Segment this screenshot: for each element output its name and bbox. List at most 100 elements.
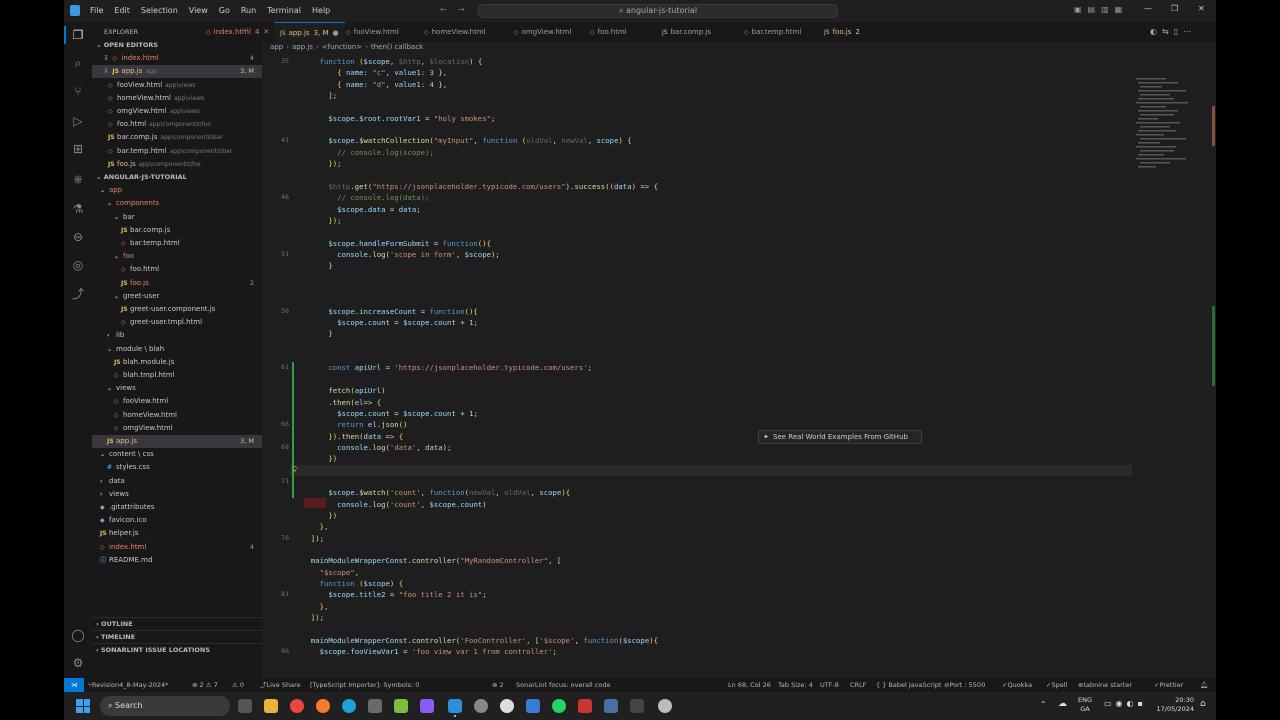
encoding-status[interactable]: UTF-8 <box>820 678 839 692</box>
tree-item[interactable]: ◇ greet-user.tmpl.html <box>92 316 262 329</box>
cursor-position-status[interactable]: Ln 68, Col 26 <box>728 678 771 692</box>
minimize-button[interactable]: — <box>1144 4 1152 13</box>
problems-status[interactable]: ⚠ 0 <box>232 678 244 692</box>
app-icon-light[interactable] <box>658 699 672 713</box>
section-header[interactable]: › TIMELINE <box>92 630 262 643</box>
breadcrumb-item[interactable]: app.js <box>292 43 313 51</box>
git-graph-icon[interactable]: ⎈ <box>71 172 85 186</box>
edge-icon[interactable] <box>342 699 356 713</box>
tree-item[interactable]: ◇ blah.tmpl.html <box>92 369 262 382</box>
editor-actions-icons[interactable]: ◐⇆▯⋯ <box>1150 27 1196 36</box>
whatsapp-icon[interactable] <box>552 699 566 713</box>
tree-item[interactable]: ⌄ bar <box>92 211 262 224</box>
branch-status[interactable]: ⑂ Revision4_8-May-2024* <box>88 678 168 692</box>
nav-back-icon[interactable]: ← <box>440 5 447 14</box>
app-icon-purple[interactable] <box>420 699 434 713</box>
clock[interactable]: 20:30 17/05/2024 <box>1154 696 1194 714</box>
tree-item[interactable]: JS helper.js <box>92 527 262 540</box>
vscode-taskbar-icon[interactable] <box>448 699 462 713</box>
code-editor[interactable]: 35 function ($scope, $http, $location) {… <box>262 56 1132 678</box>
breadcrumb-item[interactable]: then() callback <box>371 43 423 51</box>
tree-item[interactable]: ⌄ module \ blah <box>92 343 262 356</box>
tab-foo-js[interactable]: JS foo.js 2 <box>818 22 866 42</box>
search-icon[interactable]: ⌕ <box>71 56 85 70</box>
windows-start-icon[interactable] <box>76 699 90 713</box>
prettier-status[interactable]: ✓ Prettier <box>1154 678 1183 692</box>
chrome-icon[interactable] <box>290 699 304 713</box>
breadcrumb-item[interactable]: <function> <box>322 43 362 51</box>
close-icon[interactable]: ⊼ <box>104 55 108 62</box>
app-icon-white[interactable] <box>500 699 514 713</box>
lightbulb-icon[interactable]: 💡︎ <box>292 465 298 475</box>
project-header[interactable]: ⌄ ANGULAR-JS-TUTORIAL <box>92 171 262 184</box>
port-status[interactable]: ⊘ Port : 5500 <box>944 678 985 692</box>
sonarlint-icon[interactable]: ◎ <box>71 258 85 272</box>
tree-item[interactable]: ◇ fooView.html <box>92 395 262 408</box>
tree-item[interactable]: › views <box>92 488 262 501</box>
live-share-icon[interactable]: ⤴ <box>71 286 85 301</box>
open-editor-item[interactable]: ◇ bar.temp.html app\components\bar <box>92 145 262 158</box>
onedrive-icon[interactable]: ☁ <box>1058 699 1067 709</box>
eol-status[interactable]: CRLF <box>850 678 866 692</box>
notification-center-icon[interactable]: ⌂ <box>1200 699 1206 709</box>
menu-item-view[interactable]: View <box>189 6 208 15</box>
live-share-status[interactable]: ⤴ Live Share <box>260 678 301 692</box>
sonarlint-status[interactable]: SonarLint focus: overall code <box>516 678 610 692</box>
menu-item-edit[interactable]: Edit <box>114 6 130 15</box>
nav-forward-icon[interactable]: → <box>458 5 465 14</box>
remote-icon[interactable]: ⊖ <box>71 230 85 244</box>
taskbar-search-box[interactable]: ⌕ Search <box>100 696 230 716</box>
tree-item[interactable]: › lib <box>92 329 262 342</box>
minimap[interactable] <box>1132 56 1216 678</box>
explorer-icon[interactable]: ❐ <box>71 28 85 42</box>
menu-item-go[interactable]: Go <box>219 6 230 15</box>
tree-item[interactable]: ◇ foo.html <box>92 263 262 276</box>
app-icon-dark[interactable] <box>630 699 644 713</box>
tab-bar-comp-js[interactable]: JS bar.comp.js <box>656 22 721 42</box>
tree-item[interactable]: JS greet-user.component.js <box>92 303 262 316</box>
sonar-count-status[interactable]: ⊗ 2 <box>492 678 504 692</box>
quokka-status[interactable]: ✓ Quokka <box>1002 678 1032 692</box>
open-editor-item[interactable]: ◇ foo.html app\components\foo <box>92 118 262 131</box>
app-icon-slate[interactable] <box>604 699 618 713</box>
tree-item[interactable]: ◇ index.html 4 <box>92 541 262 554</box>
remote-indicator[interactable]: ⋊ <box>64 678 84 692</box>
tab-omgView-html[interactable]: ◇ omgView.html <box>508 22 581 42</box>
tray-chevron-icon[interactable]: ⌃ <box>1040 700 1047 709</box>
open-editor-item[interactable]: ⊼ ◇ index.html 4 <box>92 52 262 65</box>
tab-index-html[interactable]: ◇ index.html 4 ✕ <box>200 22 275 42</box>
tree-item[interactable]: JS blah.module.js <box>92 356 262 369</box>
app-icon-green[interactable] <box>394 699 408 713</box>
tree-item[interactable]: JS app.js 3, M <box>92 435 262 448</box>
file-explorer-icon[interactable] <box>264 699 278 713</box>
firefox-icon[interactable] <box>316 699 330 713</box>
tab-foo-html[interactable]: ◇ foo.html <box>584 22 637 42</box>
codelens-hint[interactable]: ✦ See Real World Examples From GitHub <box>758 430 922 444</box>
tabnine-status[interactable]: ⊛ tabnine starter <box>1078 678 1132 692</box>
open-editor-item[interactable]: JS foo.js app\components\foo <box>92 158 262 171</box>
manage-gear-icon[interactable]: ⚙ <box>71 656 85 670</box>
tree-item[interactable]: # styles.css <box>92 461 262 474</box>
layout-icons[interactable]: ▣▤▥▦ <box>1074 5 1128 14</box>
tree-item[interactable]: ⌄ components <box>92 197 262 210</box>
app-icon-blue[interactable] <box>526 699 540 713</box>
menu-item-terminal[interactable]: Terminal <box>267 6 301 15</box>
maximize-button[interactable]: ❐ <box>1171 4 1178 13</box>
spell-status[interactable]: ✓ Spell <box>1046 678 1067 692</box>
tree-item[interactable]: ◆ favicon.ico <box>92 514 262 527</box>
open-editor-item[interactable]: ◇ fooView.html app\views <box>92 79 262 92</box>
run-debug-icon[interactable]: ▷ <box>71 114 85 128</box>
notifications-bell-icon[interactable]: 🔔︎ <box>1200 678 1208 692</box>
menu-item-file[interactable]: File <box>90 6 103 15</box>
account-icon[interactable]: ◯ <box>71 628 85 642</box>
tree-item[interactable]: ◆ .gitattributes <box>92 501 262 514</box>
tree-item[interactable]: ⌄ greet-user <box>92 290 262 303</box>
tree-item[interactable]: ◇ homeView.html <box>92 409 262 422</box>
tab-app-js[interactable]: JS app.js 3, M ● <box>274 22 345 42</box>
testing-icon[interactable]: ⚗ <box>71 202 85 216</box>
tab-fooView-html[interactable]: ◇ fooView.html <box>340 22 409 42</box>
command-center[interactable]: ⌕ angular-js-tutorial <box>478 4 838 18</box>
close-button[interactable]: ✕ <box>1198 4 1205 13</box>
tree-item[interactable]: ⌄ content \ css <box>92 448 262 461</box>
breadcrumb-item[interactable]: app <box>270 43 283 51</box>
